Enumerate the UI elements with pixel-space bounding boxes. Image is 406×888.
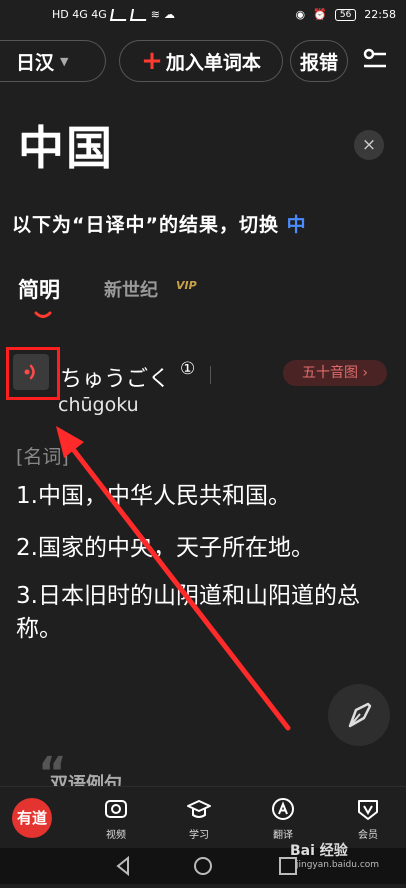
add-to-vocab-button[interactable]: + 加入单词本 <box>119 40 283 82</box>
nav-translate[interactable]: 翻译 <box>259 796 307 841</box>
add-vocab-label: 加入单词本 <box>165 51 261 74</box>
cloud-icon: ☁ <box>164 8 175 21</box>
alarm-icon: ⏰ <box>313 8 327 21</box>
romaji-reading: chūgoku <box>58 394 139 416</box>
menu-icon[interactable] <box>360 46 390 76</box>
video-icon <box>105 800 127 818</box>
wifi-icon: ≋ <box>150 8 160 21</box>
status-time: 22:58 <box>364 8 396 21</box>
nav-member-label: 会员 <box>358 830 378 841</box>
vip-shield-icon <box>358 800 378 820</box>
nav-member[interactable]: 会员 <box>344 796 392 841</box>
nav-study[interactable]: 学习 <box>175 796 223 841</box>
switch-language-link[interactable]: 中 <box>287 214 307 236</box>
recents-icon[interactable] <box>279 857 297 875</box>
definition-3: 3.日本旧时的山阴道和山阳道的总称。 <box>16 583 360 642</box>
watermark: Bai 经验 <box>290 843 348 859</box>
tab-active-indicator <box>34 304 52 318</box>
graduation-cap-icon <box>187 800 211 818</box>
translate-icon <box>272 798 294 820</box>
plus-icon: + <box>141 46 163 76</box>
report-label: 报错 <box>299 51 338 74</box>
kana-reading: ちゅうごく <box>60 367 171 392</box>
definition-2: 2.国家的中央，天子所在地。 <box>16 535 314 561</box>
signal-icon-2 <box>129 8 148 21</box>
headword: 中国 <box>18 121 114 175</box>
definition-1: 1.中国，中华人民共和国。 <box>16 483 291 509</box>
status-network-text: HD 4G 4G <box>52 8 107 21</box>
caret-down-icon: ▼ <box>60 54 69 68</box>
notice-text: 以下为“日译中”的结果，切换 <box>12 214 279 236</box>
nav-video[interactable]: 视频 <box>92 796 140 841</box>
youdao-logo-button[interactable]: 有道 <box>12 798 52 838</box>
clear-button[interactable]: × <box>354 130 384 160</box>
tab-new-century[interactable]: 新世纪 <box>104 276 158 302</box>
language-selector[interactable]: 日汉 ▼ <box>0 40 106 82</box>
part-of-speech: [名词] <box>16 446 69 468</box>
language-label: 日汉 <box>16 51 55 74</box>
watermark-url: jingyan.baidu.com <box>296 860 380 870</box>
back-icon[interactable] <box>116 855 129 877</box>
nav-video-label: 视频 <box>106 830 126 841</box>
gojuon-chart-button[interactable]: 五十音图 › <box>283 360 387 386</box>
tab-simple[interactable]: 简明 <box>18 274 60 304</box>
accent-mark: ① <box>180 359 196 379</box>
pen-fab-button[interactable] <box>328 684 390 746</box>
nav-study-label: 学习 <box>189 830 209 841</box>
eye-icon: ◉ <box>295 8 306 21</box>
home-icon[interactable] <box>194 857 212 875</box>
report-button[interactable]: 报错 <box>290 40 348 82</box>
translation-notice: 以下为“日译中”的结果，切换 中 <box>12 210 307 237</box>
status-bar: HD 4G 4G ≋ ☁ ◉ ⏰ 56 22:58 <box>0 0 406 34</box>
signal-icon <box>109 8 128 21</box>
highlight-box <box>6 347 60 400</box>
vip-badge: VIP <box>176 279 197 292</box>
battery-icon: 56 <box>334 8 357 21</box>
divider <box>210 366 211 384</box>
